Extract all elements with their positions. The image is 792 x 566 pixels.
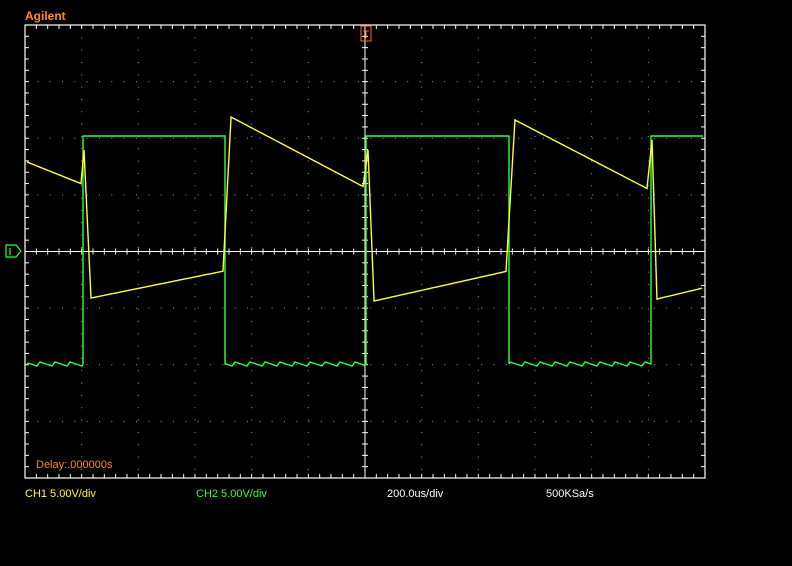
timebase-readout[interactable]: 200.0us/div xyxy=(387,488,443,500)
trigger-position-icon[interactable] xyxy=(360,25,372,42)
delay-readout: Delay:.000000s xyxy=(36,459,113,471)
ch1-scale-readout[interactable]: CH1 5.00V/div xyxy=(25,488,96,500)
ch2-scale-readout[interactable]: CH2 5.00V/div xyxy=(196,488,267,500)
sample-rate-readout: 500KSa/s xyxy=(546,488,594,500)
graticule xyxy=(24,24,706,479)
ground-reference-icon[interactable] xyxy=(5,244,22,258)
scope-display xyxy=(5,24,706,479)
